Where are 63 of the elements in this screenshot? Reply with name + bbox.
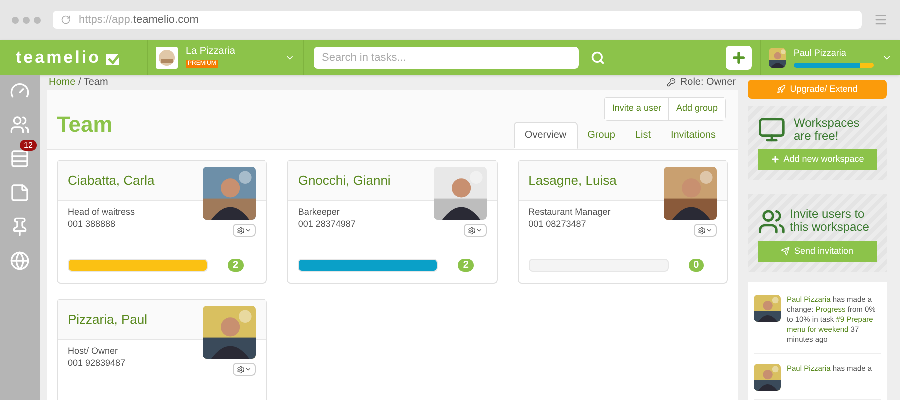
- notes-icon[interactable]: [10, 183, 30, 203]
- tab[interactable]: Invitations: [660, 122, 726, 149]
- member-phone: 001 28374987: [298, 218, 357, 230]
- team-icon[interactable]: [10, 115, 30, 135]
- reload-icon[interactable]: [61, 15, 71, 25]
- send-invitation-button[interactable]: Send invitation: [758, 241, 877, 262]
- user-menu[interactable]: Paul Pizzaria: [760, 40, 900, 75]
- url-text: https://app.teamelio.com: [79, 12, 199, 28]
- user-name: Paul Pizzaria: [794, 46, 848, 60]
- send-icon: [781, 247, 790, 256]
- tab[interactable]: Group: [578, 122, 626, 149]
- gear-icon: [237, 366, 246, 374]
- search-field[interactable]: Search in tasks...: [314, 46, 579, 68]
- promo-title: Workspaces are free!: [794, 117, 861, 143]
- page-title: Team: [56, 111, 113, 139]
- monitor-icon: [758, 116, 786, 144]
- member-name[interactable]: Pizzaria, Paul: [68, 310, 148, 330]
- upgrade-button[interactable]: Upgrade/ Extend: [748, 80, 887, 99]
- member-phone: 001 92839487: [68, 357, 127, 369]
- member-role: Restaurant Manager: [528, 206, 612, 218]
- member-role: Host/ Owner: [68, 345, 120, 357]
- workspace-name: La Pizzaria: [186, 47, 236, 57]
- plus-icon: [770, 155, 780, 164]
- settings-dropdown[interactable]: [464, 224, 487, 237]
- workspace-logo-icon: [156, 46, 178, 68]
- action-button[interactable]: Invite a user: [605, 98, 668, 120]
- menu-icon[interactable]: [874, 13, 888, 27]
- promo-title: Invite users to this workspace: [790, 208, 870, 234]
- caret-icon: [245, 227, 252, 234]
- add-button[interactable]: [726, 46, 752, 70]
- member-role: Head of waitress: [68, 206, 136, 218]
- settings-dropdown[interactable]: [233, 224, 256, 237]
- caret-icon: [706, 227, 713, 234]
- breadcrumb: Home / Team: [49, 76, 108, 90]
- plus-icon: [731, 50, 747, 66]
- gear-icon: [237, 226, 246, 234]
- caret-icon: [245, 366, 252, 373]
- role-text: Role: Owner: [680, 76, 736, 90]
- member-phone: 001 388888: [68, 218, 117, 230]
- gear-icon: [698, 226, 706, 234]
- caret-icon: [476, 227, 483, 234]
- tasks-icon[interactable]: [10, 149, 30, 169]
- action-button[interactable]: Add group: [668, 98, 725, 120]
- users-icon: [758, 208, 786, 236]
- address-bar[interactable]: https://app.teamelio.com: [53, 11, 862, 29]
- gear-icon: [468, 226, 476, 234]
- logo-text: teamelio: [16, 46, 101, 69]
- tab[interactable]: Overview: [514, 122, 578, 149]
- count-badge: 12: [20, 140, 37, 151]
- tab[interactable]: List: [625, 122, 661, 149]
- window-dots-icon: [12, 16, 41, 24]
- member-phone: 001 08273487: [528, 218, 588, 230]
- count-badge: 2: [458, 259, 474, 272]
- settings-dropdown[interactable]: [233, 363, 256, 376]
- key-icon: [667, 78, 676, 87]
- search-icon[interactable]: [591, 50, 605, 64]
- count-badge: 2: [228, 259, 244, 272]
- settings-dropdown[interactable]: [694, 224, 717, 237]
- rocket-icon: [777, 85, 786, 94]
- member-role: Barkeeper: [298, 206, 341, 218]
- count-badge: 0: [688, 259, 704, 272]
- globe-icon[interactable]: [10, 251, 30, 271]
- add-workspace-button[interactable]: Add new workspace: [758, 149, 877, 170]
